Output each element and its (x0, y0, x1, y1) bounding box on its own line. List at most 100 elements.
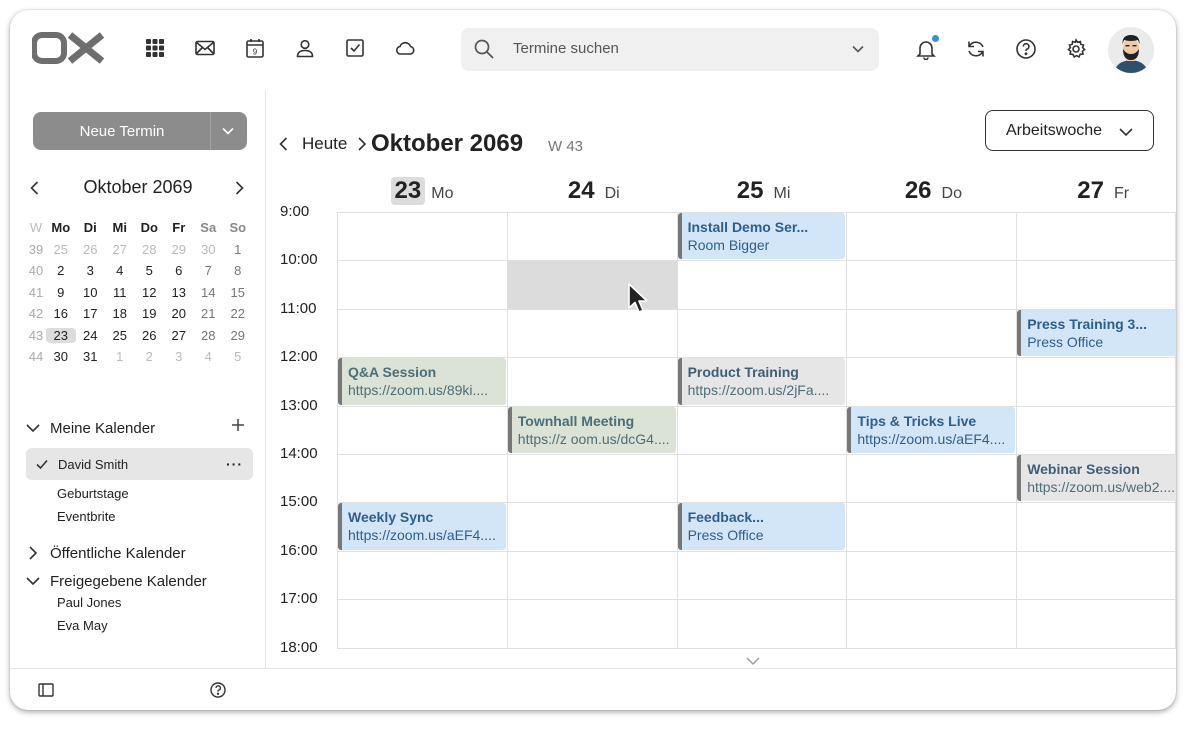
contacts-icon[interactable] (293, 36, 317, 60)
time-label: 14:00 (280, 445, 318, 462)
chevron-down-icon[interactable] (745, 655, 761, 667)
mini-calendar-day[interactable]: 8 (223, 263, 253, 278)
mini-calendar-day[interactable]: 6 (164, 263, 194, 278)
mini-calendar-day[interactable]: 15 (223, 285, 253, 300)
week-number: 43 (28, 327, 44, 343)
calendar-event[interactable]: Webinar Session https://zoom.us/web2.... (1017, 455, 1176, 502)
calendar-item[interactable]: Eventbrite (57, 509, 116, 524)
mini-calendar-day[interactable]: 30 (194, 242, 224, 257)
drive-icon[interactable] (393, 36, 417, 60)
mini-calendar-day[interactable]: 12 (135, 285, 165, 300)
event-subtitle: https://zoom.us/web2.... (1027, 479, 1176, 495)
calendar-main: Heute Oktober 2069 W 43 Arbeitswoche 23 M… (267, 90, 1176, 668)
mini-calendar-day[interactable]: 27 (105, 242, 135, 257)
day-header[interactable]: 26 Do (846, 174, 1016, 208)
view-selector[interactable]: Arbeitswoche (985, 110, 1154, 151)
calendar-item-david-smith[interactable]: David Smith ··· (26, 448, 253, 480)
mini-calendar-day[interactable]: 21 (194, 306, 224, 321)
mini-calendar-day[interactable]: 5 (223, 349, 253, 364)
bell-icon[interactable] (913, 35, 939, 62)
mini-calendar-day[interactable]: 28 (194, 328, 224, 343)
avatar[interactable] (1108, 27, 1154, 73)
mini-calendar-day[interactable]: 1 (105, 349, 135, 364)
chevron-down-icon (26, 577, 40, 586)
mini-calendar-header: Oktober 2069 (25, 176, 251, 200)
mini-calendar-day[interactable]: 16 (46, 306, 76, 321)
mini-calendar-day[interactable]: 31 (76, 349, 106, 364)
day-header[interactable]: 27 Fr (1016, 174, 1176, 208)
ox-logo[interactable] (32, 32, 104, 64)
my-calendars-header[interactable]: Meine Kalender (26, 417, 155, 439)
day-header[interactable]: 25 Mi (677, 174, 847, 208)
mini-calendar-day[interactable]: 13 (164, 285, 194, 300)
event-title: Townhall Meeting (517, 412, 635, 429)
mini-calendar-day[interactable]: 26 (76, 242, 106, 257)
chevron-down-icon[interactable] (851, 42, 865, 56)
mini-calendar-day[interactable]: 7 (194, 263, 224, 278)
gear-icon[interactable] (1063, 36, 1089, 62)
mini-calendar-day[interactable]: 22 (223, 306, 253, 321)
mini-calendar-day[interactable]: 2 (135, 349, 165, 364)
calendar-event[interactable]: Tips & Tricks Live https://zoom.us/aEF4..… (847, 406, 1016, 453)
refresh-icon[interactable] (963, 36, 989, 62)
event-title: Weekly Sync (348, 509, 434, 526)
mini-calendar-day[interactable]: 20 (164, 306, 194, 321)
mini-calendar-day[interactable]: 5 (135, 263, 165, 278)
calendar-event[interactable]: Weekly Sync https://zoom.us/aEF4.... (338, 503, 506, 550)
mini-calendar-day[interactable]: 9 (46, 285, 76, 300)
chevron-right-icon[interactable] (355, 137, 369, 151)
mini-calendar-day[interactable]: 30 (46, 349, 76, 364)
help-icon[interactable] (209, 681, 227, 699)
mini-calendar-day[interactable]: 3 (164, 349, 194, 364)
calendar-event[interactable]: Feedback... Press Office (677, 503, 846, 550)
selected-time-slot[interactable] (507, 261, 677, 309)
mini-calendar-day[interactable]: 10 (76, 285, 106, 300)
calendar-event[interactable]: Townhall Meeting https://z oom.us/dcG4...… (507, 406, 676, 453)
mini-calendar-day[interactable]: 29 (164, 242, 194, 257)
calendar-item[interactable]: Paul Jones (57, 595, 121, 610)
add-calendar-icon[interactable] (230, 417, 246, 433)
mini-calendar-day[interactable]: 18 (105, 306, 135, 321)
mini-calendar-day[interactable]: 19 (135, 306, 165, 321)
public-calendars-header[interactable]: Öffentliche Kalender (26, 542, 186, 564)
mini-calendar-day[interactable]: 23 (46, 327, 76, 343)
apps-grid-icon[interactable] (143, 36, 167, 60)
help-icon[interactable] (1013, 36, 1039, 62)
mini-calendar-day[interactable]: 24 (76, 328, 106, 343)
week-label: W 43 (548, 138, 584, 155)
mini-calendar-day[interactable]: 29 (223, 328, 253, 343)
shared-calendars-header[interactable]: Freigegebene Kalender (26, 570, 207, 592)
mini-calendar-day[interactable]: 17 (76, 306, 106, 321)
calendar-item[interactable]: Geburtstage (57, 486, 129, 501)
day-header[interactable]: 24 Di (507, 174, 677, 208)
mini-calendar-day[interactable]: 4 (105, 263, 135, 278)
day-header[interactable]: 23 Mo (337, 174, 507, 208)
mini-calendar-day[interactable]: 26 (135, 328, 165, 343)
new-appointment-button[interactable]: Neue Termin (33, 112, 247, 150)
tasks-icon[interactable] (343, 36, 367, 60)
mini-calendar-day[interactable]: 25 (46, 242, 76, 257)
mini-calendar-day[interactable]: 14 (194, 285, 224, 300)
search-bar[interactable]: Termine suchen (461, 28, 879, 71)
calendar-event[interactable]: Install Demo Ser... Room Bigger (677, 213, 846, 260)
today-button[interactable]: Heute (302, 134, 347, 154)
calendar-item[interactable]: Eva May (57, 618, 108, 633)
more-options-icon[interactable]: ··· (226, 456, 243, 472)
mail-icon[interactable] (193, 36, 217, 60)
chevron-left-icon[interactable] (276, 136, 292, 152)
mini-calendar-day[interactable]: 1 (223, 242, 253, 257)
calendar-event[interactable]: Q&A Session https://zoom.us/89ki.... (338, 358, 506, 405)
mini-calendar-day[interactable]: 27 (164, 328, 194, 343)
mini-calendar-day[interactable]: 25 (105, 328, 135, 343)
calendar-event[interactable]: Product Training https://zoom.us/2jFa.... (677, 358, 846, 405)
chevron-down-icon[interactable] (221, 124, 235, 138)
calendar-event[interactable]: Press Training 3... Press Office (1017, 309, 1176, 357)
mini-calendar-day[interactable]: 28 (135, 242, 165, 257)
sidebar-toggle-icon[interactable] (37, 681, 55, 699)
mini-calendar-day[interactable]: 4 (194, 349, 224, 364)
mini-calendar-day[interactable]: 2 (46, 263, 76, 278)
calendar-icon[interactable]: 9 (243, 36, 267, 60)
mini-calendar-day[interactable]: 3 (76, 263, 106, 278)
chevron-right-icon[interactable] (231, 180, 247, 196)
mini-calendar-day[interactable]: 11 (105, 285, 135, 300)
